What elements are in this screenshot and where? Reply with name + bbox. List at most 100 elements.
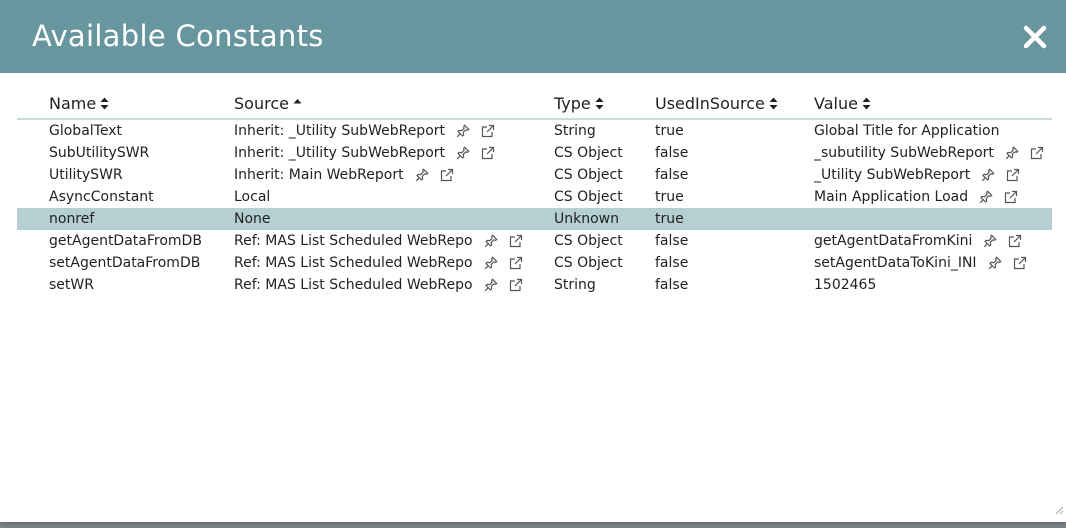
- constant-name: SubUtilitySWR: [49, 145, 150, 161]
- constant-used-in-source: true: [655, 211, 684, 227]
- pin-icon[interactable]: [415, 168, 429, 182]
- cell-type: CS Object: [554, 186, 655, 208]
- external-link-icon[interactable]: [509, 256, 523, 270]
- constant-type: Unknown: [554, 211, 619, 227]
- constant-name: getAgentDataFromDB: [49, 233, 202, 249]
- column-header-label: Name: [49, 94, 97, 113]
- table-row[interactable]: setWR Ref: MAS List Scheduled WebRepo Stri…: [17, 274, 1052, 296]
- table-header-row: Name Source Type UsedInSource Value: [17, 88, 1052, 120]
- external-link-icon[interactable]: [1006, 168, 1020, 182]
- sort-both-icon[interactable]: [765, 93, 778, 112]
- cell-usedinsource: true: [655, 119, 814, 142]
- constant-value: getAgentDataFromKini: [814, 233, 973, 249]
- cell-source: Ref: MAS List Scheduled WebRepo: [234, 230, 554, 252]
- cell-name: AsyncConstant: [17, 186, 234, 208]
- cell-name: getAgentDataFromDB: [17, 230, 234, 252]
- constant-name: setWR: [49, 277, 94, 293]
- column-header-name[interactable]: Name: [17, 88, 234, 120]
- pin-icon[interactable]: [484, 234, 498, 248]
- cell-source: Inherit: _Utility SubWebReport: [234, 142, 554, 164]
- constant-used-in-source: false: [655, 255, 689, 271]
- dialog-titlebar[interactable]: Available Constants: [0, 0, 1066, 73]
- sort-asc-icon[interactable]: [289, 93, 302, 112]
- pin-icon[interactable]: [1005, 146, 1019, 160]
- table-row[interactable]: UtilitySWR Inherit: Main WebReport CS Obje…: [17, 164, 1052, 186]
- constant-type: CS Object: [554, 167, 623, 183]
- constant-value: Main Application Load: [814, 189, 969, 205]
- cell-usedinsource: false: [655, 274, 814, 296]
- column-header-source[interactable]: Source: [234, 88, 554, 120]
- column-header-label: Type: [554, 94, 591, 113]
- pin-icon[interactable]: [981, 168, 995, 182]
- cell-type: String: [554, 274, 655, 296]
- constant-type: String: [554, 123, 596, 139]
- constant-value: _Utility SubWebReport: [814, 167, 971, 183]
- external-link-icon[interactable]: [509, 234, 523, 248]
- constant-source: Ref: MAS List Scheduled WebRepo: [234, 277, 473, 293]
- constant-used-in-source: false: [655, 167, 689, 183]
- cell-usedinsource: false: [655, 164, 814, 186]
- sort-both-icon[interactable]: [591, 93, 604, 112]
- sort-both-icon[interactable]: [96, 93, 109, 112]
- constant-type: String: [554, 277, 596, 293]
- constant-source: Ref: MAS List Scheduled WebRepo: [234, 233, 473, 249]
- external-link-icon[interactable]: [1008, 234, 1022, 248]
- table-row[interactable]: nonref None Unknown true: [17, 208, 1052, 230]
- constant-type: CS Object: [554, 255, 623, 271]
- constant-source: Inherit: _Utility SubWebReport: [234, 123, 445, 139]
- constant-name: GlobalText: [49, 123, 122, 139]
- external-link-icon[interactable]: [440, 168, 454, 182]
- cell-usedinsource: false: [655, 142, 814, 164]
- external-link-icon[interactable]: [509, 278, 523, 292]
- cell-value: 1502465: [814, 274, 1052, 296]
- pin-icon[interactable]: [456, 124, 470, 138]
- cell-type: CS Object: [554, 230, 655, 252]
- cell-usedinsource: true: [655, 186, 814, 208]
- constant-name: AsyncConstant: [49, 189, 154, 205]
- external-link-icon[interactable]: [1013, 256, 1027, 270]
- constant-used-in-source: false: [655, 145, 689, 161]
- sort-both-icon[interactable]: [858, 93, 871, 112]
- pin-icon[interactable]: [484, 278, 498, 292]
- column-header-value[interactable]: Value: [814, 88, 1052, 120]
- external-link-icon[interactable]: [481, 146, 495, 160]
- column-header-usedinsource[interactable]: UsedInSource: [655, 88, 814, 120]
- pin-icon[interactable]: [456, 146, 470, 160]
- external-link-icon[interactable]: [481, 124, 495, 138]
- cell-value: _Utility SubWebReport: [814, 164, 1052, 186]
- cell-usedinsource: false: [655, 230, 814, 252]
- constant-value: Global Title for Application: [814, 123, 1000, 139]
- constant-type: CS Object: [554, 233, 623, 249]
- cell-value: _subutility SubWebReport: [814, 142, 1052, 164]
- table-row[interactable]: AsyncConstant Local CS Object true Main Appl…: [17, 186, 1052, 208]
- constant-type: CS Object: [554, 145, 623, 161]
- constant-used-in-source: false: [655, 277, 689, 293]
- constant-name: UtilitySWR: [49, 167, 123, 183]
- cell-type: Unknown: [554, 208, 655, 230]
- pin-icon[interactable]: [988, 256, 1002, 270]
- close-icon[interactable]: [1018, 20, 1052, 54]
- table-row[interactable]: SubUtilitySWR Inherit: _Utility SubWebRep…: [17, 142, 1052, 164]
- pin-icon[interactable]: [484, 256, 498, 270]
- external-link-icon[interactable]: [1004, 190, 1018, 204]
- table-row[interactable]: getAgentDataFromDB Ref: MAS List Schedule…: [17, 230, 1052, 252]
- table-row[interactable]: setAgentDataFromDB Ref: MAS List Schedule…: [17, 252, 1052, 274]
- cell-type: CS Object: [554, 142, 655, 164]
- table-body: GlobalText Inherit: _Utility SubWebReport…: [17, 119, 1052, 296]
- pin-icon[interactable]: [979, 190, 993, 204]
- column-header-type[interactable]: Type: [554, 88, 655, 120]
- table-row[interactable]: GlobalText Inherit: _Utility SubWebReport…: [17, 119, 1052, 142]
- column-header-label: Source: [234, 94, 289, 113]
- constant-value: _subutility SubWebReport: [814, 145, 994, 161]
- resize-grip-icon[interactable]: [1054, 502, 1064, 520]
- cell-value: setAgentDataToKini_INI: [814, 252, 1052, 274]
- pin-icon[interactable]: [983, 234, 997, 248]
- constant-name: setAgentDataFromDB: [49, 255, 201, 271]
- cell-usedinsource: true: [655, 208, 814, 230]
- external-link-icon[interactable]: [1030, 146, 1044, 160]
- cell-source: Ref: MAS List Scheduled WebRepo: [234, 252, 554, 274]
- cell-source: None: [234, 208, 554, 230]
- cell-usedinsource: false: [655, 252, 814, 274]
- constant-used-in-source: true: [655, 189, 684, 205]
- constants-table: Name Source Type UsedInSource Value GlobalTe…: [17, 88, 1052, 296]
